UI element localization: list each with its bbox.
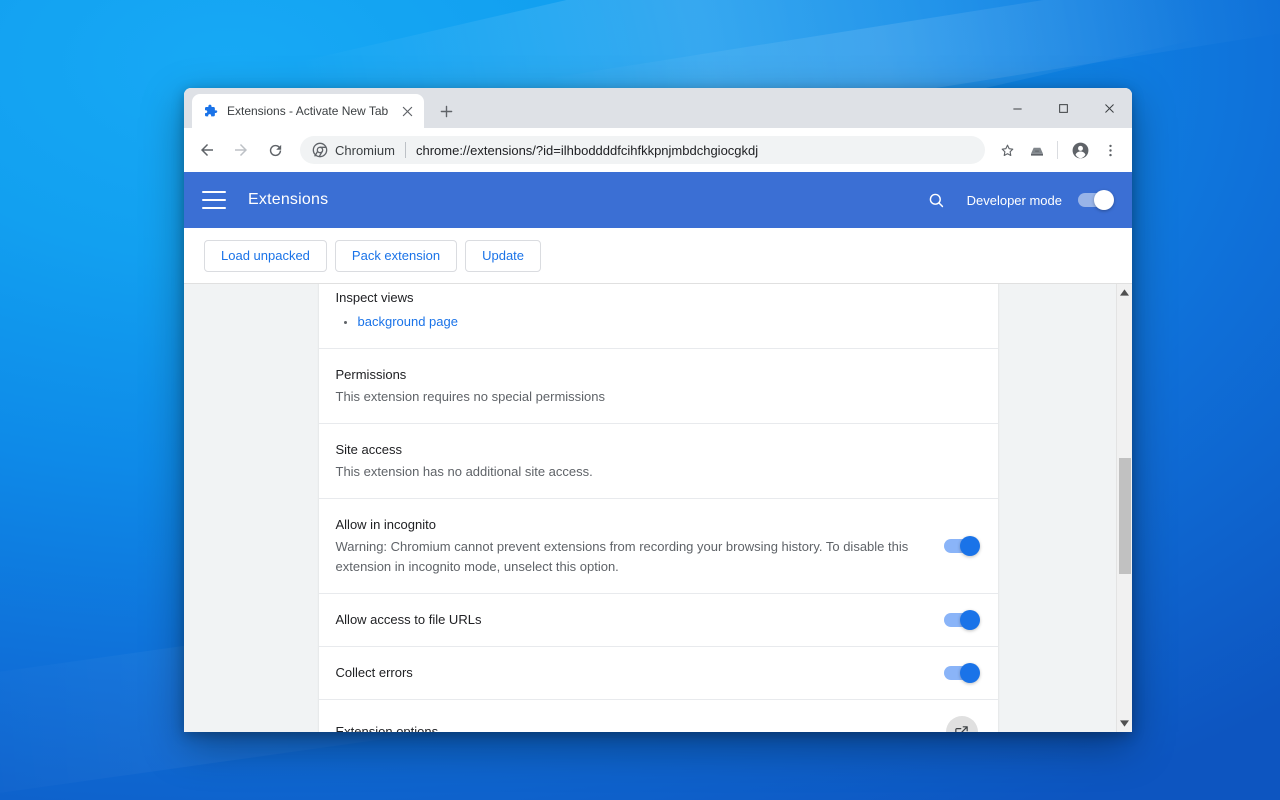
page-title: Extensions <box>248 191 329 208</box>
forward-arrow-icon[interactable] <box>226 135 256 165</box>
browser-toolbar: Chromium chrome://extensions/?id=ilhbodd… <box>184 128 1132 172</box>
open-external-icon[interactable] <box>945 716 978 732</box>
window-controls <box>994 88 1132 128</box>
back-arrow-icon[interactable] <box>192 135 222 165</box>
extension-detail-card: Inspect views background page Permission… <box>318 284 998 732</box>
extension-options-row: Extension options <box>319 700 998 732</box>
toolbar-separator <box>1057 141 1058 159</box>
row-description: This extension requires no special permi… <box>335 389 606 404</box>
header-right-group: Developer mode <box>923 186 1114 214</box>
hamburger-menu-icon[interactable] <box>202 191 226 209</box>
extensions-icon[interactable] <box>1023 136 1051 164</box>
allow-in-incognito-row: Allow in incognito Warning: Chromium can… <box>318 499 998 594</box>
permissions-row: Permissions This extension requires no s… <box>318 349 998 424</box>
omnibox[interactable]: Chromium chrome://extensions/?id=ilhbodd… <box>300 136 985 164</box>
extensions-action-bar: Load unpacked Pack extension Update <box>184 228 1132 284</box>
pack-extension-button[interactable]: Pack extension <box>334 239 458 272</box>
detail-scroll-container: Inspect views background page Permission… <box>184 284 1116 732</box>
new-tab-icon[interactable] <box>432 97 460 125</box>
update-button[interactable]: Update <box>465 239 542 272</box>
inspect-views-row: Inspect views background page <box>318 284 998 349</box>
minimize-window-button[interactable] <box>994 92 1040 124</box>
tab-title: Extensions - Activate New Tab <box>227 104 389 118</box>
scroll-down-arrow-icon[interactable] <box>1117 715 1133 732</box>
three-dot-menu-icon[interactable] <box>1096 136 1124 164</box>
row-label: Collect errors <box>335 665 413 680</box>
allow-file-urls-toggle[interactable] <box>943 610 980 630</box>
maximize-window-button[interactable] <box>1040 92 1086 124</box>
search-icon[interactable] <box>923 186 951 214</box>
load-unpacked-button[interactable]: Load unpacked <box>204 239 327 272</box>
row-label: Allow in incognito <box>335 517 436 532</box>
reload-icon[interactable] <box>260 135 290 165</box>
omnibox-separator <box>404 142 406 158</box>
row-label: Extension options <box>335 724 439 732</box>
developer-mode-toggle[interactable] <box>1078 190 1114 210</box>
browser-tab[interactable]: Extensions - Activate New Tab <box>192 94 424 128</box>
allow-file-urls-row: Allow access to file URLs <box>318 594 998 647</box>
list-item: background page <box>336 312 962 332</box>
scrollbar-thumb[interactable] <box>1118 458 1131 575</box>
chromium-logo-icon <box>312 142 328 158</box>
puzzle-piece-icon <box>202 103 218 119</box>
row-description: Warning: Chromium cannot prevent extensi… <box>335 539 909 574</box>
chromium-chip: Chromium <box>312 142 395 158</box>
row-description: This extension has no additional site ac… <box>335 464 593 479</box>
chromium-chip-label: Chromium <box>335 142 395 158</box>
row-label: Inspect views <box>335 290 414 305</box>
close-window-button[interactable] <box>1086 92 1132 124</box>
collect-errors-toggle[interactable] <box>943 663 980 683</box>
row-label: Allow access to file URLs <box>335 612 482 627</box>
site-access-row: Site access This extension has no additi… <box>318 424 998 499</box>
toggle-knob <box>959 663 980 683</box>
toggle-knob <box>1094 190 1114 210</box>
background-page-link[interactable]: background page <box>358 314 458 329</box>
content-scrollbar[interactable] <box>1116 284 1132 732</box>
collect-errors-row: Collect errors <box>318 647 998 700</box>
star-icon[interactable] <box>993 136 1021 164</box>
inspect-views-list: background page <box>336 312 962 332</box>
tab-strip: Extensions - Activate New Tab <box>184 88 1132 128</box>
toggle-knob <box>959 536 980 556</box>
address-text: chrome://extensions/?id=ilhboddddfcihfkk… <box>415 142 759 158</box>
allow-in-incognito-toggle[interactable] <box>943 536 980 556</box>
browser-window: Extensions - Activate New Tab Chromium c… <box>184 88 1132 732</box>
scrollbar-track[interactable] <box>1117 301 1133 715</box>
desktop-background: Extensions - Activate New Tab Chromium c… <box>0 0 1280 800</box>
profile-avatar-icon[interactable] <box>1066 136 1094 164</box>
scroll-up-arrow-icon[interactable] <box>1117 284 1133 301</box>
row-label: Site access <box>335 442 402 457</box>
toggle-knob <box>959 610 980 630</box>
extensions-content-area: Inspect views background page Permission… <box>184 284 1132 732</box>
row-label: Permissions <box>335 367 407 382</box>
extensions-page-header: Extensions Developer mode <box>184 172 1132 228</box>
close-tab-icon[interactable] <box>398 102 416 120</box>
developer-mode-label: Developer mode <box>966 192 1062 208</box>
